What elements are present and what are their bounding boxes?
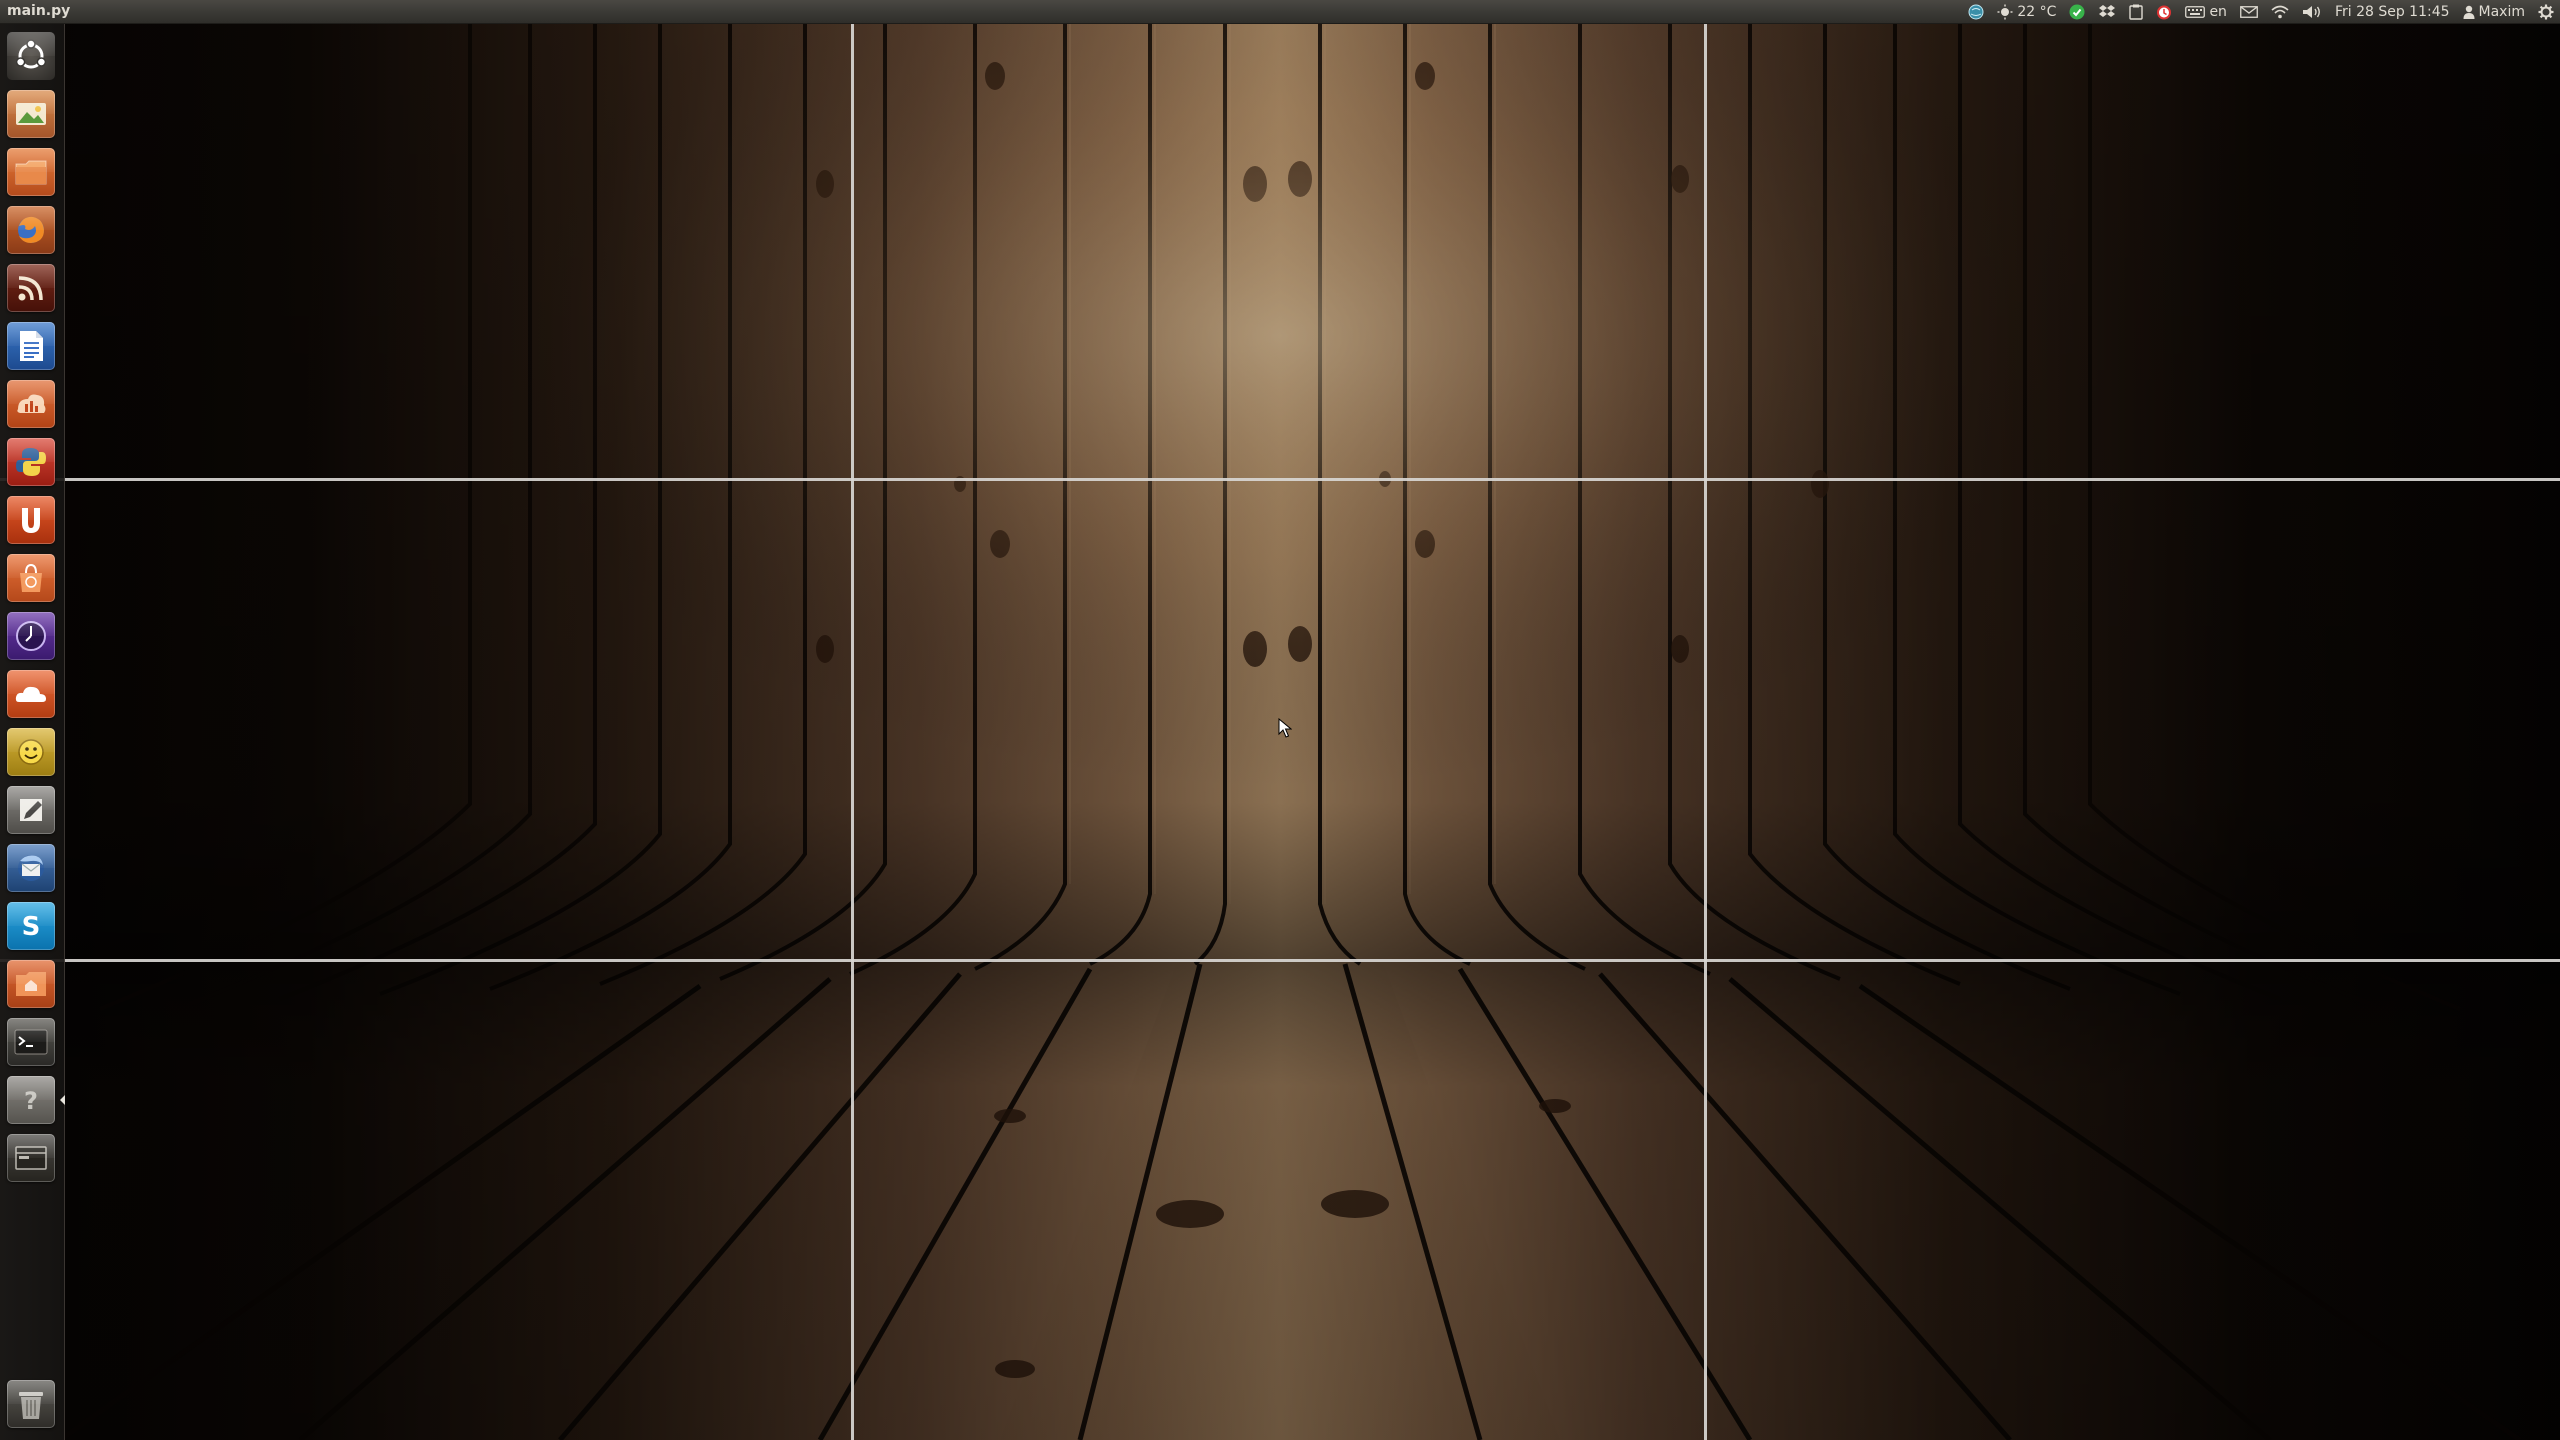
wifi-icon bbox=[2271, 5, 2289, 18]
grid-line-horizontal-1 bbox=[0, 478, 2560, 481]
document-icon bbox=[20, 331, 43, 361]
indicator-area: 22 °C en Fri 28 Sep 11:45 Maxim bbox=[1968, 0, 2554, 23]
launcher-face-app[interactable] bbox=[7, 728, 55, 776]
rss-icon bbox=[18, 276, 43, 301]
weather-sun-icon bbox=[1997, 4, 2013, 19]
sound-indicator[interactable] bbox=[2302, 4, 2322, 20]
envelope-icon bbox=[2240, 5, 2258, 18]
user-indicator[interactable]: Maxim bbox=[2463, 4, 2525, 20]
launcher-terminal[interactable] bbox=[7, 1018, 55, 1066]
update-indicator[interactable] bbox=[1968, 4, 1984, 20]
firefox-icon bbox=[18, 216, 44, 243]
cloud-icon bbox=[15, 686, 47, 702]
launcher-image-viewer[interactable] bbox=[7, 90, 55, 138]
python-icon bbox=[16, 448, 46, 476]
window-title[interactable]: main.py bbox=[7, 3, 70, 19]
grid-line-horizontal-2 bbox=[0, 959, 2560, 962]
launcher-dash-home[interactable] bbox=[7, 32, 55, 80]
launcher-trash[interactable] bbox=[7, 1380, 55, 1428]
launcher-python[interactable] bbox=[7, 438, 55, 486]
chart-icon bbox=[17, 394, 46, 413]
mail-bird-icon bbox=[18, 855, 44, 881]
launcher-skype[interactable]: S bbox=[7, 902, 55, 950]
u-icon bbox=[22, 508, 40, 533]
alarm-clock-icon bbox=[2157, 5, 2172, 19]
launcher-clock[interactable] bbox=[7, 612, 55, 660]
terminal-icon bbox=[14, 1029, 48, 1055]
gear-icon bbox=[2538, 4, 2554, 19]
launcher-rss-reader[interactable] bbox=[7, 264, 55, 312]
desktop-screen: main.py 22 °C en Fri 28 Sep 11:45 Maxim … bbox=[0, 0, 2560, 1440]
launcher-writer[interactable] bbox=[7, 322, 55, 370]
trash-icon bbox=[19, 1392, 43, 1419]
sync-indicator[interactable] bbox=[2069, 4, 2085, 20]
folder-icon bbox=[15, 160, 47, 185]
shopping-bag-icon bbox=[20, 563, 42, 592]
grid-line-vertical-2 bbox=[1704, 24, 1707, 1440]
ubuntu-logo-icon bbox=[15, 39, 47, 69]
session-indicator[interactable] bbox=[2538, 4, 2554, 20]
grid-line-vertical-1 bbox=[851, 24, 854, 1440]
launcher-ubuntu-one-music[interactable] bbox=[7, 496, 55, 544]
launcher-text-editor[interactable] bbox=[7, 786, 55, 834]
launcher-system-monitor[interactable] bbox=[7, 380, 55, 428]
network-indicator[interactable] bbox=[2271, 5, 2289, 19]
launcher-software-center[interactable] bbox=[7, 554, 55, 602]
dropbox-icon bbox=[2099, 4, 2116, 17]
launcher-ubuntu-one[interactable] bbox=[7, 670, 55, 718]
clock-indicator[interactable]: Fri 28 Sep 11:45 bbox=[2335, 4, 2450, 20]
unity-launcher: S ? bbox=[0, 24, 65, 1440]
clock-icon bbox=[16, 621, 46, 651]
launcher-workspace-switcher[interactable] bbox=[7, 1134, 55, 1182]
user-name: Maxim bbox=[2478, 3, 2525, 20]
messaging-indicator[interactable] bbox=[2240, 5, 2258, 19]
mouse-pointer-icon bbox=[1278, 718, 1292, 738]
checkmark-icon bbox=[2069, 4, 2085, 19]
smiley-icon bbox=[18, 739, 44, 765]
launcher-thunderbird[interactable] bbox=[7, 844, 55, 892]
svg-text:?: ? bbox=[24, 1087, 38, 1115]
question-icon: ? bbox=[24, 1087, 38, 1115]
skype-icon: S bbox=[22, 912, 41, 942]
weather-indicator[interactable]: 22 °C bbox=[1997, 4, 2056, 20]
home-folder-icon bbox=[16, 972, 46, 996]
clipboard-icon bbox=[2129, 4, 2144, 20]
keyboard-icon bbox=[2185, 5, 2206, 18]
user-icon bbox=[2463, 5, 2475, 19]
alarm-indicator[interactable] bbox=[2156, 4, 2172, 20]
speaker-icon bbox=[2302, 5, 2320, 18]
svg-text:S: S bbox=[22, 912, 41, 942]
launcher-home-folder[interactable] bbox=[7, 960, 55, 1008]
launcher-firefox[interactable] bbox=[7, 206, 55, 254]
dropbox-indicator[interactable] bbox=[2098, 4, 2116, 20]
keyboard-layout-label: en bbox=[2209, 3, 2227, 20]
photo-icon bbox=[16, 103, 46, 125]
clipboard-indicator[interactable] bbox=[2129, 4, 2144, 20]
launcher-help[interactable]: ? bbox=[7, 1076, 55, 1124]
launcher-files[interactable] bbox=[7, 148, 55, 196]
globe-icon bbox=[1968, 4, 1984, 19]
top-panel: main.py 22 °C en Fri 28 Sep 11:45 Maxim bbox=[0, 0, 2560, 24]
launcher-running-indicator bbox=[60, 1095, 65, 1105]
keyboard-indicator[interactable]: en bbox=[2185, 4, 2227, 20]
weather-temperature: 22 °C bbox=[2017, 3, 2057, 20]
pencil-icon bbox=[20, 799, 42, 821]
workspaces-icon bbox=[15, 1146, 47, 1170]
